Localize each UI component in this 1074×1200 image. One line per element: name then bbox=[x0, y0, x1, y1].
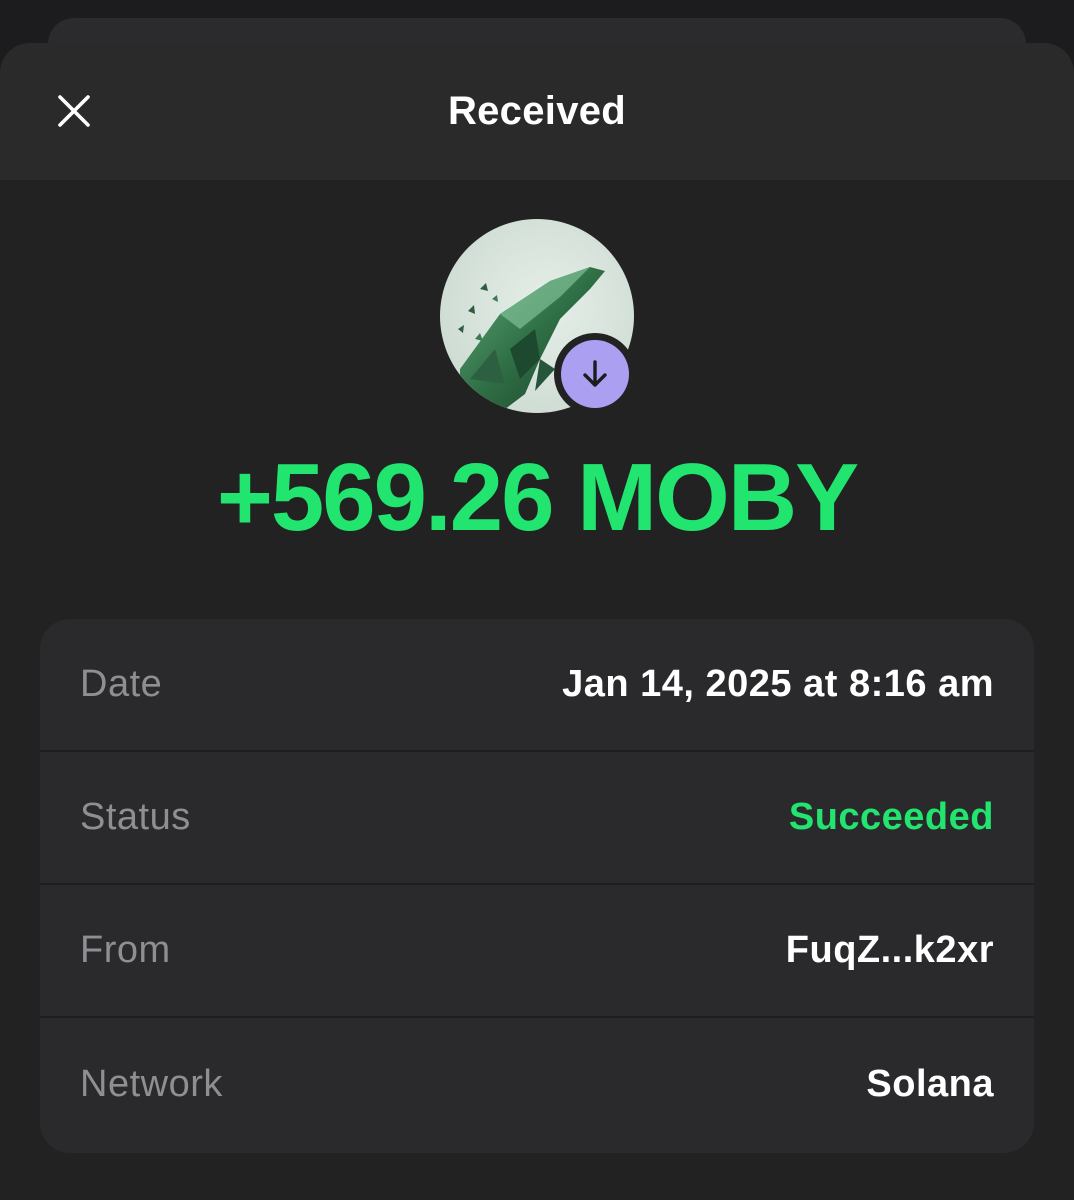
from-address[interactable]: FuqZ...k2xr bbox=[786, 929, 994, 972]
page-title: Received bbox=[447, 89, 627, 133]
from-label: From bbox=[80, 929, 171, 971]
status-value: Succeeded bbox=[788, 796, 994, 838]
received-badge bbox=[554, 333, 636, 415]
token-avatar bbox=[440, 219, 636, 415]
detail-row-date: Date Jan 14, 2025 at 8:16 am bbox=[40, 619, 1034, 752]
detail-row-from[interactable]: From FuqZ...k2xr bbox=[40, 885, 1034, 1018]
detail-row-status: Status Succeeded bbox=[40, 752, 1034, 885]
date-value: Jan 14, 2025 at 8:16 am bbox=[562, 663, 994, 705]
network-label: Network bbox=[80, 1062, 223, 1105]
sheet-header: Received bbox=[0, 43, 1074, 180]
transaction-details: Date Jan 14, 2025 at 8:16 am Status Succ… bbox=[40, 619, 1034, 1153]
status-label: Status bbox=[80, 796, 191, 838]
detail-row-network: Network Solana bbox=[40, 1018, 1034, 1150]
transaction-sheet: Received +569.26 MOBY Date Jan 14, 2025 … bbox=[0, 43, 1074, 1200]
arrow-down-icon bbox=[583, 360, 607, 387]
date-label: Date bbox=[80, 663, 163, 705]
network-value: Solana bbox=[866, 1062, 994, 1105]
received-amount: +569.26 MOBY bbox=[216, 444, 859, 551]
